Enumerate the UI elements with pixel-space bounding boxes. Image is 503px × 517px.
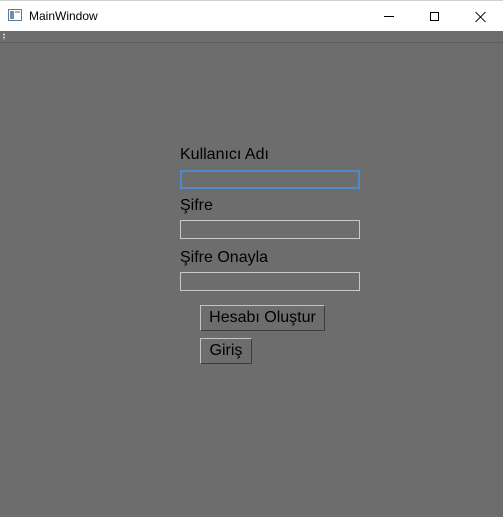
maximize-button[interactable] (412, 1, 457, 32)
confirm-password-field[interactable] (180, 272, 360, 291)
close-button[interactable] (458, 1, 503, 32)
maximize-icon (430, 12, 439, 21)
toolbar-grip-handle[interactable] (3, 33, 5, 40)
password-field[interactable] (180, 220, 360, 239)
window-title: MainWindow (29, 9, 98, 23)
username-field[interactable] (180, 170, 360, 189)
confirm-password-label: Şifre Onayla (180, 249, 269, 266)
minimize-button[interactable] (366, 1, 411, 32)
toolbar-area (0, 31, 503, 43)
password-label: Şifre (180, 197, 213, 214)
app-icon (8, 9, 22, 21)
minimize-icon (383, 16, 394, 17)
title-bar[interactable]: MainWindow (0, 0, 503, 31)
login-button[interactable]: Giriş (200, 338, 252, 364)
close-icon (475, 11, 487, 23)
username-label: Kullanıcı Adı (180, 146, 269, 163)
create-account-button[interactable]: Hesabı Oluştur (200, 305, 325, 331)
